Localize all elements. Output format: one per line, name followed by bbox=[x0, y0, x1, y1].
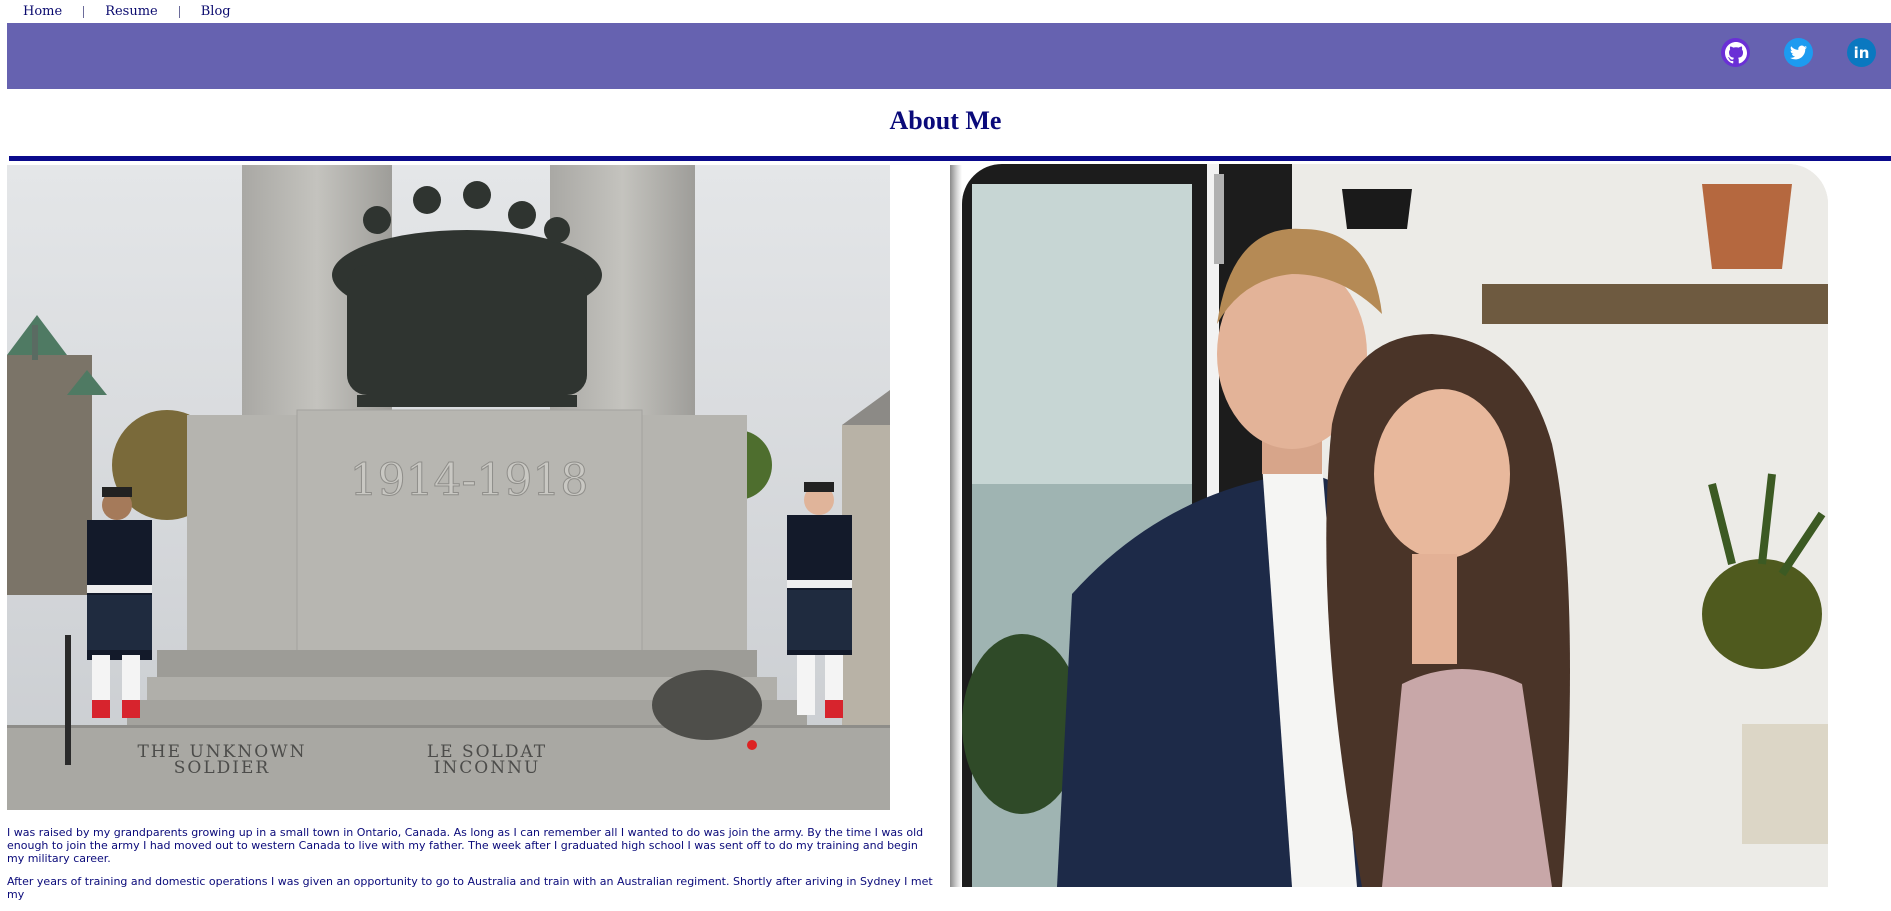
page-title: About Me bbox=[889, 106, 1002, 135]
photo-shadow bbox=[950, 165, 962, 887]
nav-link-resume[interactable]: Resume bbox=[105, 4, 158, 19]
nav-link-home[interactable]: Home bbox=[23, 4, 62, 19]
woman-figure bbox=[1326, 334, 1570, 887]
linkedin-icon-glyph: in bbox=[1853, 43, 1870, 62]
memorial-photo: 1914-1918 THE UNKNOWN SOLDIER LE SOLDAT IN… bbox=[7, 165, 890, 810]
bio-section: I was raised by my grandparents growing … bbox=[7, 826, 937, 911]
nav-link-blog[interactable]: Blog bbox=[201, 4, 231, 19]
couple-photo bbox=[962, 164, 1828, 887]
header-banner bbox=[7, 23, 1891, 89]
bio-paragraph: I was raised by my grandparents growing … bbox=[7, 826, 924, 865]
top-nav: Home Resume Blog bbox=[0, 0, 1891, 23]
nav-divider bbox=[178, 5, 180, 18]
twitter-icon[interactable] bbox=[1784, 38, 1813, 67]
plinth-years: 1914-1918 bbox=[350, 455, 589, 506]
linkedin-icon[interactable]: in bbox=[1847, 38, 1876, 67]
tomb-inscription-fr: LE SOLDAT INCONNU bbox=[427, 742, 547, 778]
title-divider bbox=[9, 156, 1891, 161]
bio-paragraph: After years of training and domestic ope… bbox=[7, 875, 933, 901]
nav-divider bbox=[83, 5, 85, 18]
github-icon[interactable] bbox=[1721, 38, 1750, 67]
